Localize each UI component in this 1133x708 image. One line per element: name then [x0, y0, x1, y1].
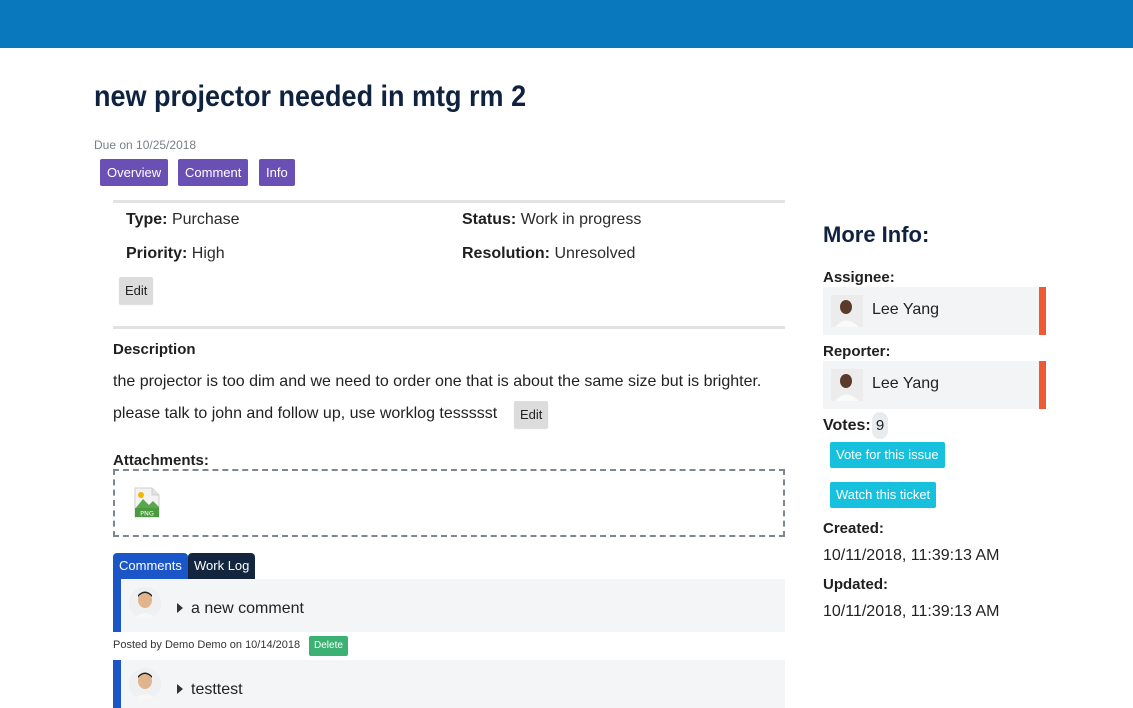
- assignee-card[interactable]: Lee Yang: [823, 287, 1046, 335]
- resolution-label: Resolution:: [462, 245, 550, 262]
- tab-overview[interactable]: Overview: [100, 159, 169, 186]
- due-date: Due on 10/25/2018: [94, 138, 197, 152]
- description-heading: Description: [113, 341, 196, 358]
- resolution-value: Unresolved: [554, 245, 636, 262]
- avatar: [831, 295, 863, 327]
- updated-value: 10/11/2018, 11:39:13 AM: [823, 603, 1000, 620]
- priority-label: Priority:: [126, 245, 188, 262]
- assignee-label: Assignee:: [823, 269, 895, 286]
- comment-text: testtest: [191, 681, 243, 698]
- png-badge: PNG: [140, 510, 154, 518]
- more-info-heading: More Info:: [823, 222, 930, 247]
- tab-work-log[interactable]: Work Log: [188, 553, 256, 579]
- status-field: Status: Work in progress: [462, 211, 641, 229]
- reporter-label: Reporter:: [823, 343, 891, 360]
- created-label: Created:: [823, 520, 884, 537]
- description-line-1: the projector is too dim and we need to …: [113, 373, 762, 390]
- status-value: Work in progress: [520, 211, 642, 228]
- attachments-heading: Attachments:: [113, 452, 209, 469]
- tab-comment[interactable]: Comment: [178, 159, 249, 186]
- type-label: Type:: [126, 211, 168, 228]
- expand-caret-icon[interactable]: [177, 603, 183, 613]
- votes-count-badge: 9: [872, 412, 888, 439]
- edit-description-button[interactable]: Edit: [514, 401, 549, 428]
- delete-comment-button[interactable]: Delete: [309, 636, 348, 656]
- top-navigation-bar: [0, 0, 1133, 48]
- comment-meta: Posted by Demo Demo on 10/14/2018: [113, 639, 301, 651]
- votes-label: Votes:: [823, 417, 871, 434]
- comment-text: a new comment: [191, 600, 304, 617]
- type-field: Type: Purchase: [126, 211, 240, 229]
- vote-button[interactable]: Vote for this issue: [830, 442, 945, 468]
- comment-item[interactable]: a new comment: [113, 579, 785, 632]
- status-label: Status:: [462, 211, 517, 228]
- divider: [113, 200, 785, 203]
- type-value: Purchase: [171, 211, 240, 228]
- priority-value: High: [191, 245, 225, 262]
- avatar: [129, 587, 161, 619]
- reporter-name: Lee Yang: [872, 375, 940, 392]
- png-file-icon[interactable]: PNG: [134, 487, 160, 518]
- tab-info[interactable]: Info: [259, 159, 295, 186]
- assignee-name: Lee Yang: [872, 301, 940, 318]
- resolution-field: Resolution: Unresolved: [462, 245, 635, 263]
- page-title: new projector needed in mtg rm 2: [94, 80, 527, 113]
- attachments-dropzone[interactable]: PNG: [113, 469, 785, 537]
- avatar: [831, 369, 863, 401]
- created-value: 10/11/2018, 11:39:13 AM: [823, 547, 1000, 564]
- reporter-card[interactable]: Lee Yang: [823, 361, 1046, 409]
- divider: [113, 326, 785, 329]
- updated-label: Updated:: [823, 576, 888, 593]
- description-line-2: please talk to john and follow up, use w…: [113, 405, 498, 422]
- edit-details-button[interactable]: Edit: [119, 277, 154, 304]
- expand-caret-icon[interactable]: [177, 684, 183, 694]
- watch-button[interactable]: Watch this ticket: [830, 482, 937, 508]
- tab-comments[interactable]: Comments: [113, 553, 188, 579]
- avatar: [129, 668, 161, 700]
- comment-item[interactable]: testtest: [113, 660, 785, 708]
- priority-field: Priority: High: [126, 245, 225, 263]
